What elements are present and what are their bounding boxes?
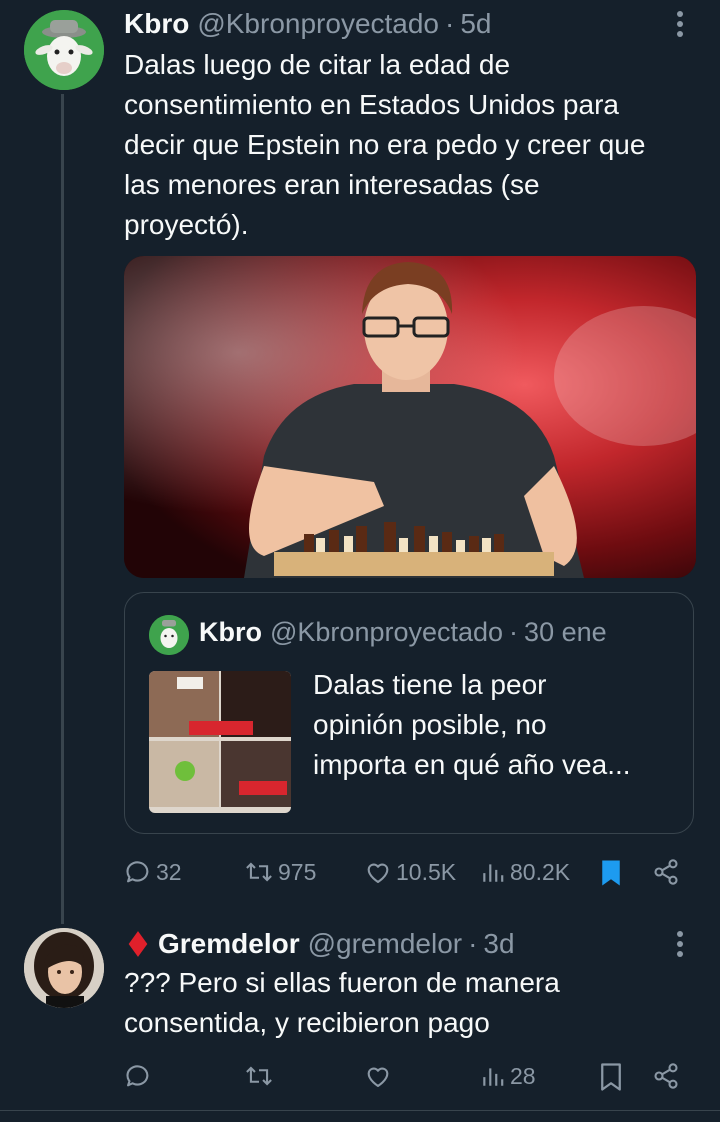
reply-time[interactable]: 3d: [483, 928, 514, 960]
tweet-text-line: consentimiento en Estados Unidos para: [124, 89, 619, 120]
more-button[interactable]: [666, 10, 694, 38]
person-avatar-image: [24, 928, 104, 1008]
bookmark-icon: [602, 860, 620, 886]
reply-button[interactable]: 32: [124, 858, 182, 886]
bookmark-button[interactable]: [598, 858, 624, 888]
more-icon: [677, 11, 683, 37]
divider: [0, 1110, 720, 1111]
thread-line: [61, 94, 64, 924]
reply-author-handle[interactable]: @gremdelor: [308, 928, 462, 960]
goat-avatar-image: [24, 10, 104, 90]
reply-icon: [126, 861, 149, 883]
quoted-header: Kbro @Kbronproyectado · 30 ene: [199, 617, 607, 648]
separator-dot: ·: [468, 928, 478, 959]
quoted-time[interactable]: 30 ene: [524, 617, 607, 648]
retweet-icon: [246, 1066, 272, 1086]
reply-text-line: ??? Pero si ellas fueron de manera: [124, 967, 560, 998]
retweet-icon: [246, 862, 272, 882]
tweet-time[interactable]: 5d: [460, 8, 491, 40]
share-button[interactable]: [652, 858, 680, 886]
views-button[interactable]: 80.2K: [480, 858, 570, 886]
quoted-author-handle[interactable]: @Kbronproyectado: [270, 617, 503, 648]
reply-views-count: 28: [510, 1062, 536, 1089]
quoted-text: Dalas tiene la peor opinión posible, no …: [313, 665, 683, 785]
share-icon: [654, 859, 678, 885]
reply-count: 32: [156, 858, 182, 885]
retweet-button[interactable]: 975: [244, 858, 316, 886]
reply-author-name[interactable]: Gremdelor: [158, 928, 300, 960]
reply-share-button[interactable]: [652, 1062, 680, 1090]
reply-icon: [126, 1065, 149, 1087]
tweet-text-line: proyectó).: [124, 209, 249, 240]
retweet-count: 975: [278, 858, 317, 885]
goat-avatar-image: [149, 615, 189, 655]
views-count: 80.2K: [510, 858, 571, 885]
author-handle[interactable]: @Kbronproyectado: [197, 8, 439, 40]
quoted-tweet[interactable]: Kbro @Kbronproyectado · 30 ene Dalas tie…: [124, 592, 694, 834]
tweet-text: Dalas luego de citar la edad de consenti…: [124, 45, 704, 245]
quoted-text-line: Dalas tiene la peor: [313, 669, 547, 700]
like-icon: [367, 1067, 389, 1087]
quoted-avatar[interactable]: [149, 615, 189, 655]
more-icon: [677, 931, 683, 957]
separator-dot: ·: [509, 617, 519, 647]
tweet-text-line: decir que Epstein no era pedo y creer qu…: [124, 129, 646, 160]
reply-avatar[interactable]: [24, 928, 104, 1008]
bookmark-icon: [601, 1063, 621, 1091]
views-icon: [483, 864, 504, 882]
share-icon: [654, 1063, 678, 1089]
reply-more-button[interactable]: [666, 930, 694, 958]
reply-text: ??? Pero si ellas fueron de manera conse…: [124, 963, 704, 1043]
separator-dot: ·: [445, 8, 455, 39]
tweet-header: Kbro @Kbronproyectado · 5d: [124, 8, 492, 40]
author-name[interactable]: Kbro: [124, 8, 189, 40]
diamond-badge-icon: [128, 931, 148, 957]
reply-views-button[interactable]: 28: [480, 1062, 536, 1090]
reply-like-button[interactable]: [364, 1062, 392, 1090]
reply-bookmark-button[interactable]: [598, 1062, 624, 1092]
reply-text-line: consentida, y recibieron pago: [124, 1007, 490, 1038]
reply-header: Gremdelor @gremdelor · 3d: [124, 928, 515, 960]
like-button[interactable]: 10.5K: [364, 858, 456, 886]
like-count: 10.5K: [396, 858, 457, 885]
chess-photo: [124, 256, 696, 578]
tweet-text-line: Dalas luego de citar la edad de: [124, 49, 511, 80]
tweet-text-line: las menores eran interesadas (se: [124, 169, 540, 200]
avatar[interactable]: [24, 10, 104, 90]
reply-reply-button[interactable]: [124, 1062, 152, 1090]
collage-thumbnail: [149, 671, 291, 813]
like-icon: [367, 863, 389, 883]
tweet-media-image[interactable]: [124, 256, 696, 578]
views-icon: [483, 1068, 504, 1086]
quoted-text-line: importa en qué año vea...: [313, 749, 631, 780]
quoted-author-name[interactable]: Kbro: [199, 617, 262, 648]
quoted-thumbnail[interactable]: [149, 671, 291, 813]
reply-retweet-button[interactable]: [244, 1062, 274, 1090]
quoted-text-line: opinión posible, no: [313, 709, 547, 740]
